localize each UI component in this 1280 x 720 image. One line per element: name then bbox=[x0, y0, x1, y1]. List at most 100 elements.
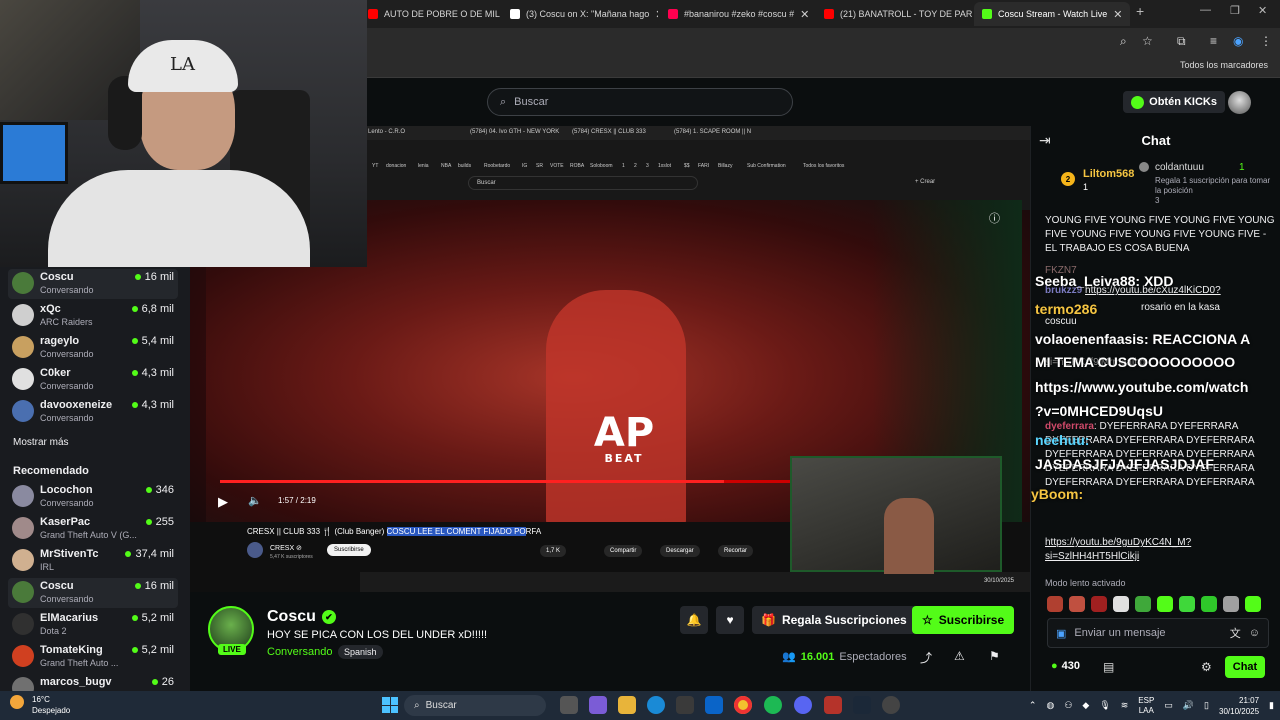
gifter-name[interactable]: coldantuuu bbox=[1155, 162, 1204, 173]
emote-icon[interactable] bbox=[1157, 596, 1173, 612]
new-tab-button[interactable]: + bbox=[1136, 3, 1144, 19]
captured-bookmark: VOTE bbox=[550, 163, 564, 169]
taskbar-search[interactable]: ⌕ Buscar bbox=[404, 695, 546, 716]
gift-subs-button[interactable]: 🎁 Regala Suscripciones bbox=[752, 606, 916, 634]
get-kicks-button[interactable]: Obtén KICKs bbox=[1123, 91, 1225, 113]
wifi-icon[interactable]: ≋ bbox=[1121, 700, 1129, 711]
sidebar-channel-locochon[interactable]: Locochon Conversando 346 bbox=[8, 482, 178, 512]
viewer-number: 5,2 mil bbox=[141, 644, 174, 656]
all-bookmarks-folder[interactable]: Todos los marcadores bbox=[1180, 60, 1268, 70]
report-icon[interactable]: ⚠ bbox=[954, 649, 965, 663]
battery-icon[interactable]: ▯ bbox=[1204, 700, 1209, 711]
close-window-icon[interactable]: ✕ bbox=[1258, 4, 1267, 17]
zoom-icon[interactable]: ⌕ bbox=[1120, 34, 1127, 49]
emoji-icon[interactable]: ☺ bbox=[1249, 627, 1260, 639]
follow-heart-button[interactable]: ♥ bbox=[716, 606, 744, 634]
microphone-icon[interactable]: 🎙 bbox=[1099, 700, 1110, 711]
play-icon[interactable]: ▶ bbox=[218, 494, 228, 510]
send-chat-button[interactable]: Chat bbox=[1225, 656, 1265, 678]
streamer-app-icon[interactable] bbox=[824, 696, 842, 714]
notification-bell-button[interactable]: 🔔 bbox=[680, 606, 708, 634]
media-icon[interactable]: ≡ bbox=[1210, 34, 1217, 48]
tray-app-icon[interactable]: ◍ bbox=[1046, 700, 1054, 711]
search-bar[interactable]: ⌕ Buscar bbox=[487, 88, 793, 116]
channel-name[interactable]: Coscu bbox=[267, 608, 316, 626]
logo-sub: BEAT bbox=[604, 452, 644, 465]
chat-username[interactable]: dyeferrara bbox=[1045, 421, 1094, 432]
emote-icon[interactable] bbox=[1069, 596, 1085, 612]
stream-language-tag[interactable]: Spanish bbox=[338, 645, 383, 659]
share-icon[interactable]: ⤴ bbox=[920, 649, 932, 666]
emote-icon[interactable] bbox=[1179, 596, 1195, 612]
sidebar-channel-davooxeneize[interactable]: davooxeneize Conversando 4,3 mil bbox=[8, 397, 178, 427]
emote-icon[interactable] bbox=[1135, 596, 1151, 612]
info-icon[interactable]: ⓘ bbox=[989, 210, 1000, 226]
tray-app-icon[interactable]: ⚇ bbox=[1064, 700, 1072, 711]
gifter-name[interactable]: Liltom568 bbox=[1083, 168, 1134, 180]
tray-overflow-icon[interactable]: ⌃ bbox=[1029, 700, 1037, 711]
edge-icon[interactable] bbox=[647, 696, 665, 714]
volume-icon[interactable]: 🔊 bbox=[1183, 700, 1194, 711]
browser-tab[interactable]: AUTO DE POBRE O DE MILLON ✕ bbox=[360, 2, 500, 26]
store-app-icon[interactable] bbox=[676, 696, 694, 714]
close-tab-icon[interactable]: ✕ bbox=[800, 8, 809, 21]
browser-tab-active[interactable]: Coscu Stream - Watch Live ✕ bbox=[974, 2, 1130, 26]
kicks-balance[interactable]: ● 430 bbox=[1051, 660, 1080, 672]
sidebar-channel-xqc[interactable]: xQc ARC Raiders 6,8 mil bbox=[8, 301, 178, 331]
emote-icon[interactable] bbox=[1245, 596, 1261, 612]
sidebar-channel-marcos_bugv[interactable]: marcos_bugv 26 bbox=[8, 674, 178, 691]
bookmark-star-icon[interactable]: ☆ bbox=[1142, 34, 1153, 48]
minimize-icon[interactable]: — bbox=[1200, 4, 1211, 16]
sidebar-channel-rageylo[interactable]: rageylo Conversando 5,4 mil bbox=[8, 333, 178, 363]
store-icon[interactable]: ▤ bbox=[1103, 660, 1114, 674]
chat-settings-icon[interactable]: ⚙ bbox=[1201, 660, 1212, 674]
sidebar-channel-kaserpac[interactable]: KaserPac Grand Theft Auto V (G... 255 bbox=[8, 514, 178, 544]
chat-link[interactable]: https://youtu.be/9guDyKC4N_M?si=SzlHH4HT… bbox=[1045, 536, 1225, 564]
emote-icon[interactable] bbox=[1047, 596, 1063, 612]
menu-icon[interactable]: ⋮ bbox=[1260, 34, 1272, 48]
translate-icon[interactable]: 文 bbox=[1230, 625, 1241, 641]
clock[interactable]: 21:07 30/10/2025 bbox=[1219, 695, 1259, 717]
extensions-icon[interactable]: ⧉ bbox=[1177, 34, 1186, 49]
profile-icon[interactable]: ◉ bbox=[1233, 34, 1243, 48]
sidebar-channel-tomateking[interactable]: TomateKing Grand Theft Auto ... 5,2 mil bbox=[8, 642, 178, 672]
sidebar-channel-elmacarius[interactable]: ElMacarius Dota 2 5,2 mil bbox=[8, 610, 178, 640]
language-indicator[interactable]: ESP LAA bbox=[1138, 696, 1154, 716]
show-more-link[interactable]: Mostrar más bbox=[13, 437, 69, 448]
sidebar-channel-mrstiventc[interactable]: MrStivenTc IRL 37,4 mil bbox=[8, 546, 178, 576]
task-view-icon[interactable] bbox=[560, 696, 578, 714]
emote-icon[interactable] bbox=[1113, 596, 1129, 612]
tray-app-icon[interactable]: ◆ bbox=[1082, 700, 1089, 711]
emote-icon[interactable] bbox=[1091, 596, 1107, 612]
emote-icon[interactable] bbox=[1223, 596, 1239, 612]
chrome-icon[interactable] bbox=[734, 696, 752, 714]
live-dot-icon bbox=[131, 338, 138, 344]
windows-start-icon[interactable] bbox=[382, 697, 398, 713]
display-icon[interactable]: ▭ bbox=[1164, 700, 1173, 711]
chat-input[interactable]: ▣ Enviar un mensaje 文 ☺ bbox=[1047, 618, 1269, 648]
browser-tab[interactable]: #bananirou #zeko #coscu # ✕ bbox=[660, 2, 812, 26]
sidebar-channel-c0ker[interactable]: C0ker Conversando 4,3 mil bbox=[8, 365, 178, 395]
emote-icon[interactable] bbox=[1201, 596, 1217, 612]
subscribe-button[interactable]: ☆ Suscribirse bbox=[912, 606, 1015, 634]
discord-icon[interactable] bbox=[794, 696, 812, 714]
notification-icon[interactable]: ▮ bbox=[1269, 700, 1274, 711]
user-avatar[interactable] bbox=[1228, 91, 1251, 114]
obs-icon[interactable] bbox=[882, 696, 900, 714]
video-progress-bar[interactable] bbox=[220, 480, 820, 483]
steam-icon[interactable] bbox=[853, 696, 871, 714]
volume-icon[interactable]: 🔈 bbox=[248, 494, 262, 507]
copilot-icon[interactable] bbox=[589, 696, 607, 714]
close-tab-icon[interactable]: ✕ bbox=[1113, 8, 1122, 21]
maximize-icon[interactable]: ❐ bbox=[1230, 4, 1240, 17]
outlook-icon[interactable] bbox=[705, 696, 723, 714]
file-explorer-icon[interactable] bbox=[618, 696, 636, 714]
sidebar-channel-coscu[interactable]: Coscu Conversando 16 mil bbox=[8, 578, 178, 608]
stream-category[interactable]: Conversando bbox=[267, 646, 332, 658]
sidebar-channel-coscu[interactable]: Coscu Conversando 16 mil bbox=[8, 269, 178, 299]
close-tab-icon[interactable]: ✕ bbox=[655, 8, 658, 21]
spotify-icon[interactable] bbox=[764, 696, 782, 714]
add-friend-icon[interactable]: ⚑ bbox=[989, 649, 1000, 663]
browser-tab[interactable]: (21) BANATROLL - TOY DE PAR ✕ bbox=[816, 2, 972, 26]
browser-tab[interactable]: (3) Coscu on X: "Mañana hago ✕ bbox=[502, 2, 658, 26]
